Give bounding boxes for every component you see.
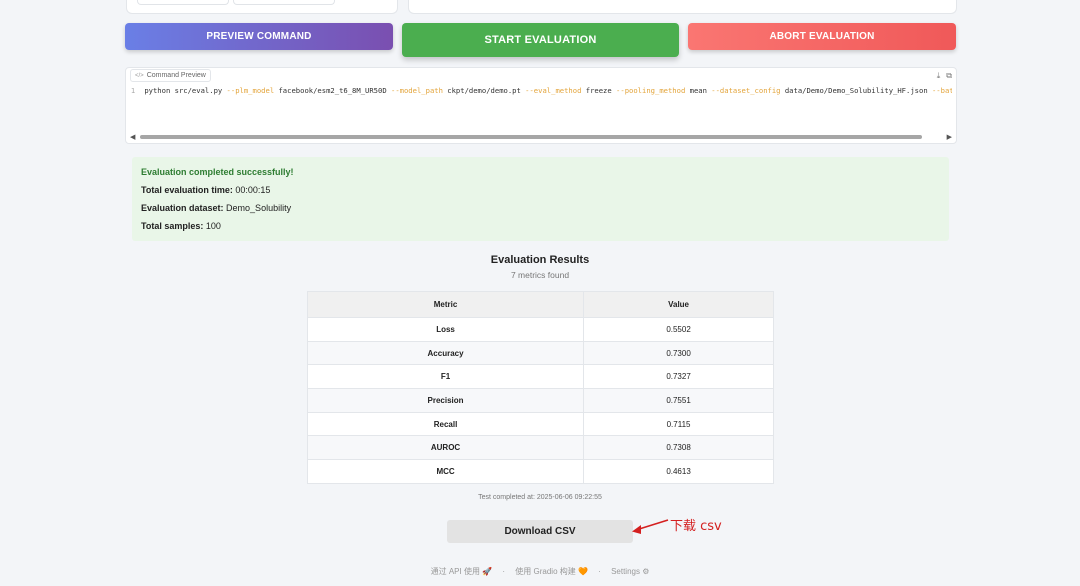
upper-control-left[interactable]	[137, 0, 229, 5]
command-preview-box: </> Command Preview ⤓ ⧉ 1 python src/eva…	[125, 67, 957, 144]
metric-value: 0.7115	[583, 411, 774, 437]
metric-value: 0.7327	[583, 364, 774, 390]
code-argument: --pooling_method	[616, 86, 690, 95]
command-preview-label-text: Command Preview	[146, 72, 206, 79]
column-header-value: Value	[583, 291, 774, 318]
code-argument: --plm_model	[226, 86, 279, 95]
download-icon[interactable]: ⤓	[937, 71, 941, 81]
footer: 通过 API 使用 🚀 · 使用 Gradio 构建 🧡 · Settings …	[0, 566, 1080, 577]
code-toolbar: ⤓ ⧉	[937, 71, 952, 81]
status-time: Total evaluation time: 00:00:15	[141, 185, 271, 195]
status-samples: Total samples: 100	[141, 221, 221, 231]
metric-name: Loss	[306, 317, 585, 342]
metric-name: Recall	[306, 411, 585, 437]
table-row: AUROC 0.7308	[306, 435, 774, 461]
scroll-left-icon[interactable]: ◀	[130, 133, 135, 141]
footer-gradio-link[interactable]: 使用 Gradio 构建 🧡	[515, 567, 588, 576]
test-timestamp: Test completed at: 2025-06-06 09:22:55	[478, 494, 602, 501]
column-header-metric: Metric	[306, 291, 585, 318]
metric-value: 0.7551	[583, 388, 774, 413]
results-title: Evaluation Results	[490, 254, 590, 266]
command-code-line[interactable]: 1 python src/eval.py --plm_model faceboo…	[126, 84, 952, 98]
code-value: data/Demo/Demo_Solubility_HF.json	[784, 86, 932, 95]
table-row: F1 0.7327	[306, 364, 774, 390]
upper-settings-panel	[126, 0, 398, 14]
metric-name: MCC	[306, 459, 585, 484]
metric-value: 0.5502	[583, 317, 774, 342]
table-row: Loss 0.5502	[306, 317, 774, 342]
table-row: Precision 0.7551	[306, 388, 774, 413]
table-row: MCC 0.4613	[306, 459, 774, 484]
upper-output-panel	[408, 0, 957, 14]
download-csv-button[interactable]: Download CSV	[447, 520, 633, 543]
start-evaluation-button[interactable]: START EVALUATION	[402, 23, 679, 57]
footer-separator: ·	[598, 567, 601, 576]
preview-command-button[interactable]: PREVIEW COMMAND	[125, 23, 393, 50]
line-number: 1	[130, 86, 136, 95]
metric-value: 0.7300	[583, 340, 774, 366]
code-argument: --dataset_config	[711, 86, 785, 95]
download-csv-annotation: 下载 csv	[670, 519, 722, 534]
footer-settings-link[interactable]: Settings ⚙	[611, 567, 649, 576]
footer-api-link[interactable]: 通过 API 使用 🚀	[431, 567, 493, 576]
code-value: ckpt/demo/demo.pt	[447, 86, 526, 95]
metric-value: 0.7308	[583, 435, 774, 461]
table-row: Recall 0.7115	[306, 411, 774, 437]
code-icon: </>	[135, 72, 144, 79]
annotation-arrow-icon	[632, 519, 669, 534]
metrics-table: Metric Value Loss 0.5502 Accuracy 0.7300 F…	[306, 291, 774, 484]
metric-value: 0.4613	[583, 459, 774, 484]
code-argument: --eval_method	[525, 86, 586, 95]
status-headline: Evaluation completed successfully!	[141, 167, 294, 177]
footer-separator: ·	[502, 567, 506, 576]
code-argument: --batch_si	[931, 86, 952, 95]
code-value: python src/eval.py	[144, 86, 227, 95]
code-argument: --model_path	[391, 86, 448, 95]
scroll-right-icon[interactable]: ▶	[947, 133, 952, 141]
code-value: facebook/esm2_t6_8M_UR50D	[278, 86, 391, 95]
evaluation-status-box: Evaluation completed successfully! Total…	[132, 157, 949, 241]
metric-name: Accuracy	[306, 340, 585, 366]
metric-name: AUROC	[306, 435, 585, 461]
status-dataset: Evaluation dataset: Demo_Solubility	[141, 203, 292, 213]
metric-name: F1	[306, 364, 585, 390]
code-value: mean	[689, 86, 712, 95]
command-preview-label: </> Command Preview	[130, 69, 211, 82]
abort-evaluation-button[interactable]: ABORT EVALUATION	[688, 23, 956, 50]
results-subtitle: 7 metrics found	[510, 270, 570, 280]
upper-control-right[interactable]	[233, 0, 335, 5]
horizontal-scrollbar[interactable]: ◀ ▶	[130, 134, 952, 141]
scrollbar-thumb[interactable]	[140, 135, 922, 139]
code-value: freeze	[585, 86, 617, 95]
table-row: Accuracy 0.7300	[306, 340, 774, 366]
copy-icon[interactable]: ⧉	[946, 71, 952, 81]
metric-name: Precision	[306, 388, 585, 413]
